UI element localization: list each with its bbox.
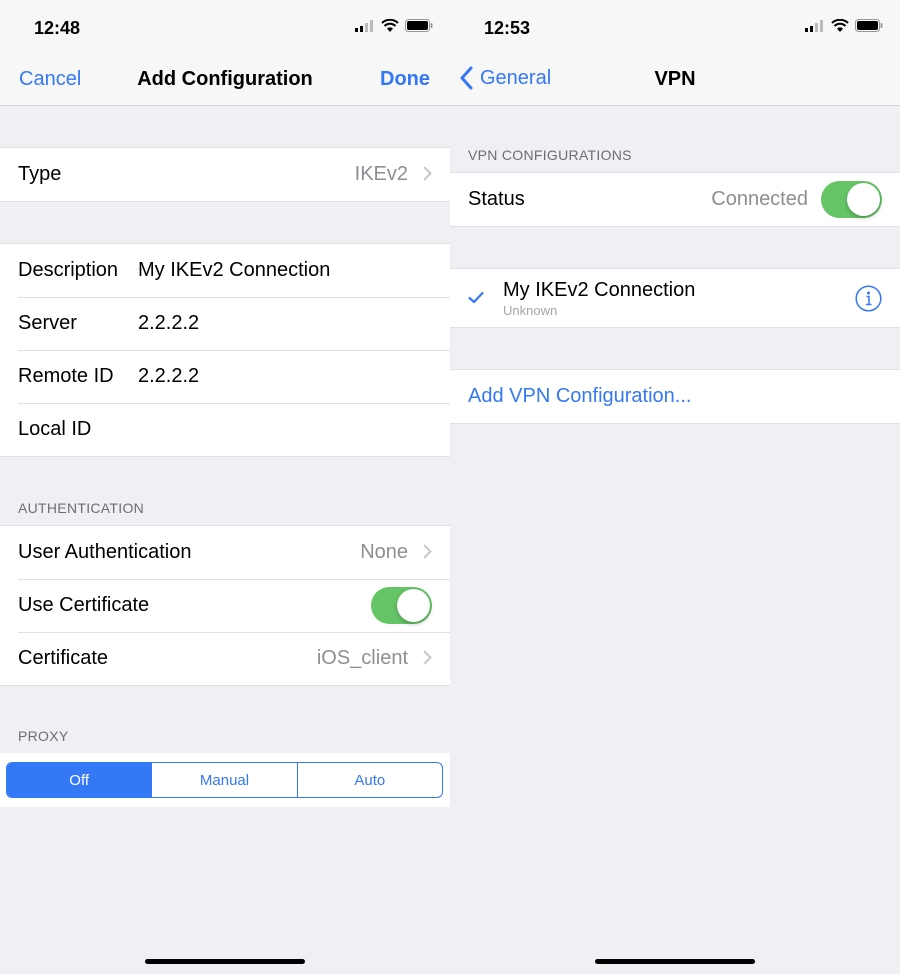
status-row: Status Connected — [450, 173, 900, 226]
vpn-configurations-header: VPN CONFIGURATIONS — [468, 147, 632, 163]
battery-icon — [855, 19, 883, 32]
description-row[interactable]: Description My IKEv2 Connection — [0, 244, 450, 297]
proxy-auto-segment[interactable]: Auto — [296, 763, 442, 797]
local-id-label: Local ID — [18, 418, 92, 440]
server-label: Server — [18, 312, 77, 334]
cellular-signal-icon — [355, 19, 373, 32]
remote-id-field[interactable]: 2.2.2.2 — [138, 365, 199, 388]
connection-subtitle: Unknown — [503, 303, 558, 318]
proxy-group: Off Manual Auto — [0, 753, 450, 807]
status-time: 12:53 — [484, 18, 531, 38]
use-certificate-row: Use Certificate — [0, 579, 450, 632]
proxy-segmented-control: Off Manual Auto — [6, 762, 443, 798]
toggle-knob — [847, 183, 880, 216]
status-group: Status Connected — [450, 172, 900, 227]
server-field[interactable]: 2.2.2.2 — [138, 312, 199, 335]
status-bar: 12:53 — [450, 0, 900, 54]
add-group: Add VPN Configuration... — [450, 369, 900, 424]
vpn-status-toggle[interactable] — [821, 181, 882, 218]
use-certificate-label: Use Certificate — [18, 594, 150, 616]
navigation-bar: Cancel Add Configuration Done — [0, 54, 450, 106]
user-authentication-label: User Authentication — [18, 541, 192, 563]
home-indicator[interactable] — [595, 959, 755, 964]
status-label: Status — [468, 188, 525, 210]
cellular-signal-icon — [805, 19, 823, 32]
chevron-right-icon — [423, 166, 432, 181]
remote-id-row[interactable]: Remote ID 2.2.2.2 — [0, 350, 450, 403]
type-row[interactable]: Type IKEv2 — [0, 148, 450, 201]
connection-name: My IKEv2 Connection — [503, 279, 696, 301]
vpn-screen: 12:53 General VPN VPN CONFIGURATIONS Sta… — [450, 0, 900, 974]
authentication-header: AUTHENTICATION — [18, 500, 145, 516]
use-certificate-toggle[interactable] — [371, 587, 432, 624]
toggle-knob — [397, 589, 430, 622]
battery-icon — [405, 19, 433, 32]
certificate-value: iOS_client — [316, 647, 408, 669]
status-value: Connected — [711, 188, 808, 210]
system-icons — [355, 19, 433, 32]
add-configuration-screen: 12:48 Cancel Add Configuration Done Type… — [0, 0, 450, 974]
proxy-manual-segment[interactable]: Manual — [151, 763, 296, 797]
type-group: Type IKEv2 — [0, 147, 450, 202]
done-button[interactable]: Done — [380, 68, 430, 91]
user-authentication-row[interactable]: User Authentication None — [0, 526, 450, 579]
certificate-row[interactable]: Certificate iOS_client — [0, 632, 450, 685]
add-vpn-configuration-button[interactable]: Add VPN Configuration... — [468, 385, 691, 408]
vpn-connection-row[interactable]: My IKEv2 Connection Unknown — [450, 269, 900, 327]
home-indicator[interactable] — [145, 959, 305, 964]
navigation-bar: General VPN — [450, 54, 900, 106]
local-id-row[interactable]: Local ID — [0, 403, 450, 456]
info-icon[interactable] — [855, 285, 882, 312]
chevron-right-icon — [423, 544, 432, 559]
chevron-right-icon — [423, 650, 432, 665]
add-vpn-configuration-row[interactable]: Add VPN Configuration... — [450, 370, 900, 423]
checkmark-icon — [468, 291, 484, 304]
system-icons — [805, 19, 883, 32]
server-row[interactable]: Server 2.2.2.2 — [0, 297, 450, 350]
type-value: IKEv2 — [354, 163, 408, 185]
proxy-header: PROXY — [18, 728, 69, 744]
type-label: Type — [18, 163, 62, 185]
proxy-off-segment[interactable]: Off — [7, 763, 152, 797]
status-time: 12:48 — [34, 18, 81, 38]
status-bar: 12:48 — [0, 0, 450, 54]
certificate-label: Certificate — [18, 647, 109, 669]
description-label: Description — [18, 259, 119, 281]
server-fields-group: Description My IKEv2 Connection Server 2… — [0, 243, 450, 457]
page-title: VPN — [654, 68, 696, 90]
wifi-icon — [381, 19, 399, 32]
user-authentication-value: None — [360, 541, 408, 563]
description-field[interactable]: My IKEv2 Connection — [138, 259, 330, 282]
connections-group: My IKEv2 Connection Unknown — [450, 268, 900, 328]
remote-id-label: Remote ID — [18, 365, 114, 387]
wifi-icon — [831, 19, 849, 32]
authentication-group: User Authentication None Use Certificate… — [0, 525, 450, 686]
